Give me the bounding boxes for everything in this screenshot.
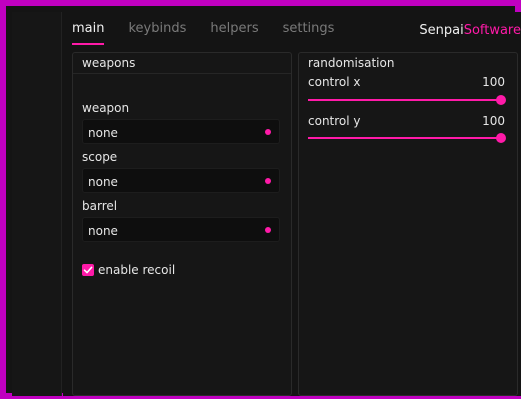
barrel-select[interactable]: none [82, 217, 280, 242]
control-x-slider-thumb[interactable] [496, 95, 506, 105]
weapons-panel-title: weapons [73, 53, 291, 74]
barrel-label: barrel [82, 199, 118, 213]
sidebar [12, 12, 62, 396]
control-x-slider[interactable] [308, 95, 506, 105]
control-x-value: 100 [482, 75, 505, 89]
randomisation-panel: randomisation control x 100 control y 10… [298, 52, 518, 396]
tab-bar: main keybinds helpers settings [72, 21, 358, 49]
app-window: main keybinds helpers settings SenpaiSof… [0, 0, 521, 399]
tab-settings[interactable]: settings [283, 21, 335, 45]
enable-recoil-label: enable recoil [98, 263, 176, 277]
brand-logo: SenpaiSoftware [419, 23, 521, 38]
dropdown-dot-icon [265, 129, 271, 135]
weapon-select[interactable]: none [82, 119, 280, 144]
brand-name-part1: Senpai [419, 23, 464, 38]
scope-label: scope [82, 150, 118, 164]
control-x-slider-fill [308, 99, 501, 101]
enable-recoil-toggle[interactable]: enable recoil [82, 263, 175, 277]
main-area: main keybinds helpers settings SenpaiSof… [63, 12, 521, 396]
scope-select-value: none [88, 175, 118, 189]
control-y-value: 100 [482, 114, 505, 128]
randomisation-panel-title: randomisation [308, 56, 395, 70]
tab-keybinds[interactable]: keybinds [128, 21, 186, 45]
tab-helpers[interactable]: helpers [210, 21, 258, 45]
tab-main[interactable]: main [72, 21, 105, 45]
weapon-label: weapon [82, 101, 130, 115]
weapons-panel: weapons weapon none scope none barrel no… [72, 52, 292, 396]
dropdown-dot-icon [265, 178, 271, 184]
control-y-slider-fill [308, 137, 501, 139]
enable-recoil-checkbox[interactable] [82, 264, 94, 276]
brand-name-part2: Software [463, 23, 521, 38]
control-y-slider-thumb[interactable] [496, 133, 506, 143]
control-y-slider[interactable] [308, 133, 506, 143]
barrel-select-value: none [88, 224, 118, 238]
control-y-label: control y [308, 114, 361, 128]
control-x-label: control x [308, 75, 361, 89]
weapon-select-value: none [88, 126, 118, 140]
dropdown-dot-icon [265, 227, 271, 233]
scope-select[interactable]: none [82, 168, 280, 193]
checkmark-icon [83, 266, 93, 274]
